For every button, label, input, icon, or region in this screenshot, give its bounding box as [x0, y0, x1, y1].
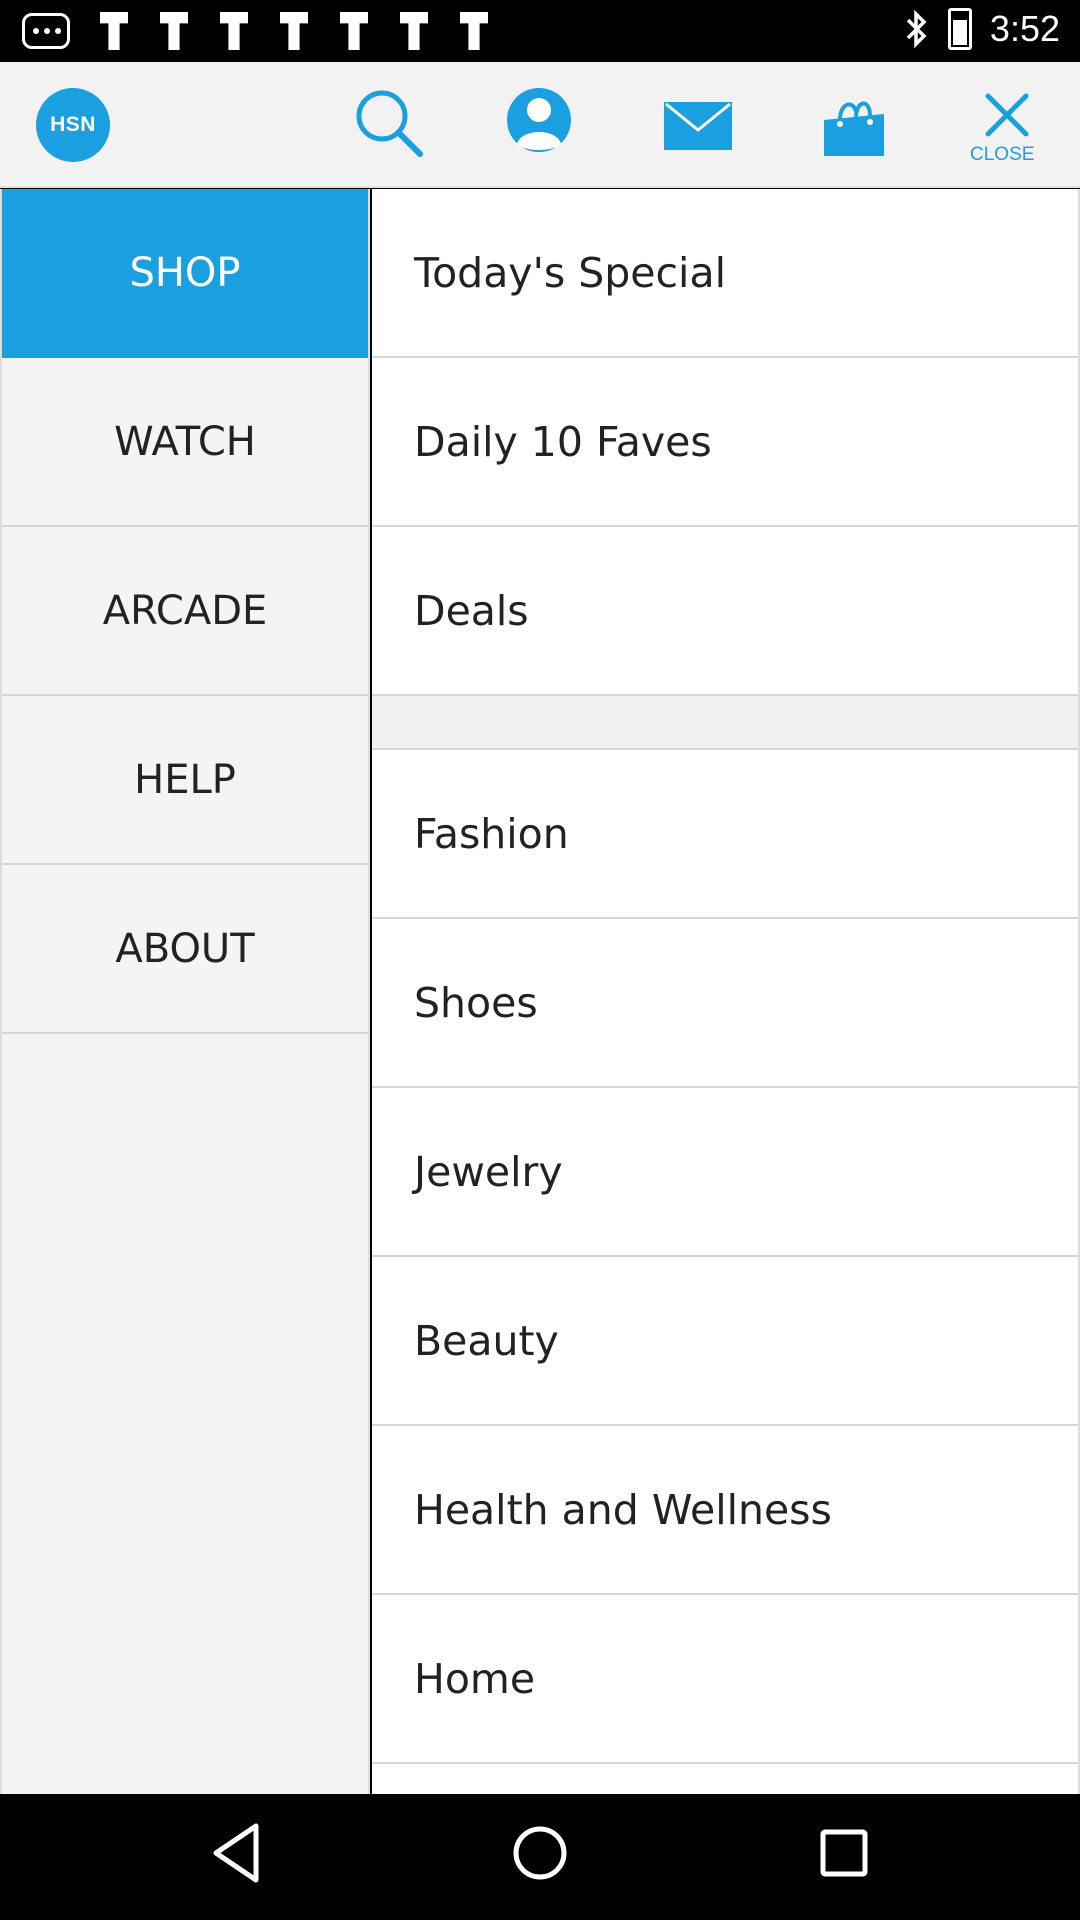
battery-icon — [947, 8, 972, 50]
menu-item-about[interactable]: ABOUT — [2, 865, 368, 1034]
bluetooth-icon — [906, 9, 927, 49]
clock: 3:52 — [989, 8, 1060, 49]
flag-icon — [278, 12, 310, 50]
menu-item-help[interactable]: HELP — [2, 696, 368, 865]
recents-icon[interactable] — [818, 1818, 870, 1888]
submenu-item-health-and-wellness[interactable]: Health and Wellness — [372, 1426, 1078, 1595]
status-bar: 3:52 — [0, 0, 1080, 62]
submenu-item-daily-10-faves[interactable]: Daily 10 Faves — [372, 358, 1078, 527]
shop-submenu: Today's Special Daily 10 Faves Deals Fas… — [372, 189, 1080, 1794]
flag-icon — [158, 12, 190, 50]
app-header: HSN CLOSE — [0, 62, 1080, 188]
close-button-label[interactable]: CLOSE — [970, 144, 1034, 166]
menu-item-arcade[interactable]: ARCADE — [2, 527, 368, 696]
submenu-item-shoes[interactable]: Shoes — [372, 919, 1078, 1088]
home-icon[interactable] — [507, 1818, 573, 1888]
submenu-item-todays-special[interactable]: Today's Special — [372, 189, 1078, 358]
submenu-item-partial[interactable] — [372, 1764, 1078, 1794]
flag-icon — [458, 12, 490, 50]
notification-icons — [22, 12, 490, 50]
flag-icon — [98, 12, 130, 50]
navigation-bar — [0, 1794, 1080, 1920]
system-status: 3:52 — [904, 8, 1060, 50]
submenu-item-beauty[interactable]: Beauty — [372, 1257, 1078, 1426]
submenu-item-deals[interactable]: Deals — [372, 527, 1078, 696]
flag-icon — [398, 12, 430, 50]
profile-icon[interactable] — [505, 84, 573, 160]
submenu-item-home[interactable]: Home — [372, 1595, 1078, 1764]
mail-icon[interactable] — [664, 102, 732, 150]
shopping-bag-icon[interactable] — [820, 90, 888, 158]
hsn-logo[interactable]: HSN — [36, 88, 110, 162]
search-icon[interactable] — [350, 84, 426, 160]
close-icon[interactable] — [984, 92, 1030, 138]
back-icon[interactable] — [208, 1818, 264, 1888]
messages-icon — [22, 13, 70, 49]
menu-item-watch[interactable]: WATCH — [2, 358, 368, 527]
menu-item-shop[interactable]: SHOP — [2, 189, 368, 358]
flag-icon — [218, 12, 250, 50]
submenu-item-jewelry[interactable]: Jewelry — [372, 1088, 1078, 1257]
flag-icon — [338, 12, 370, 50]
section-divider — [372, 696, 1078, 750]
main-menu: SHOP WATCH ARCADE HELP ABOUT — [0, 189, 370, 1794]
submenu-item-fashion[interactable]: Fashion — [372, 750, 1078, 919]
